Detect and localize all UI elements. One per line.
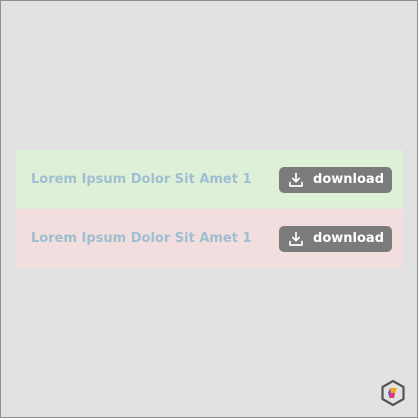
download-button[interactable]: download	[279, 225, 392, 252]
download-button[interactable]: download	[279, 166, 392, 193]
list-item-label: Lorem Ipsum Dolor Sit Amet 1	[31, 231, 252, 246]
download-icon	[288, 172, 304, 188]
list-item-label: Lorem Ipsum Dolor Sit Amet 1	[31, 172, 252, 187]
download-list: Lorem Ipsum Dolor Sit Amet 1 download Lo…	[16, 150, 403, 268]
list-item: Lorem Ipsum Dolor Sit Amet 1 download	[16, 150, 403, 209]
hexagon-logo-icon	[379, 379, 407, 407]
app-frame: Lorem Ipsum Dolor Sit Amet 1 download Lo…	[0, 0, 418, 418]
download-button-label: download	[313, 172, 384, 187]
download-icon	[288, 231, 304, 247]
list-item: Lorem Ipsum Dolor Sit Amet 1 download	[16, 209, 403, 268]
download-button-label: download	[313, 231, 384, 246]
